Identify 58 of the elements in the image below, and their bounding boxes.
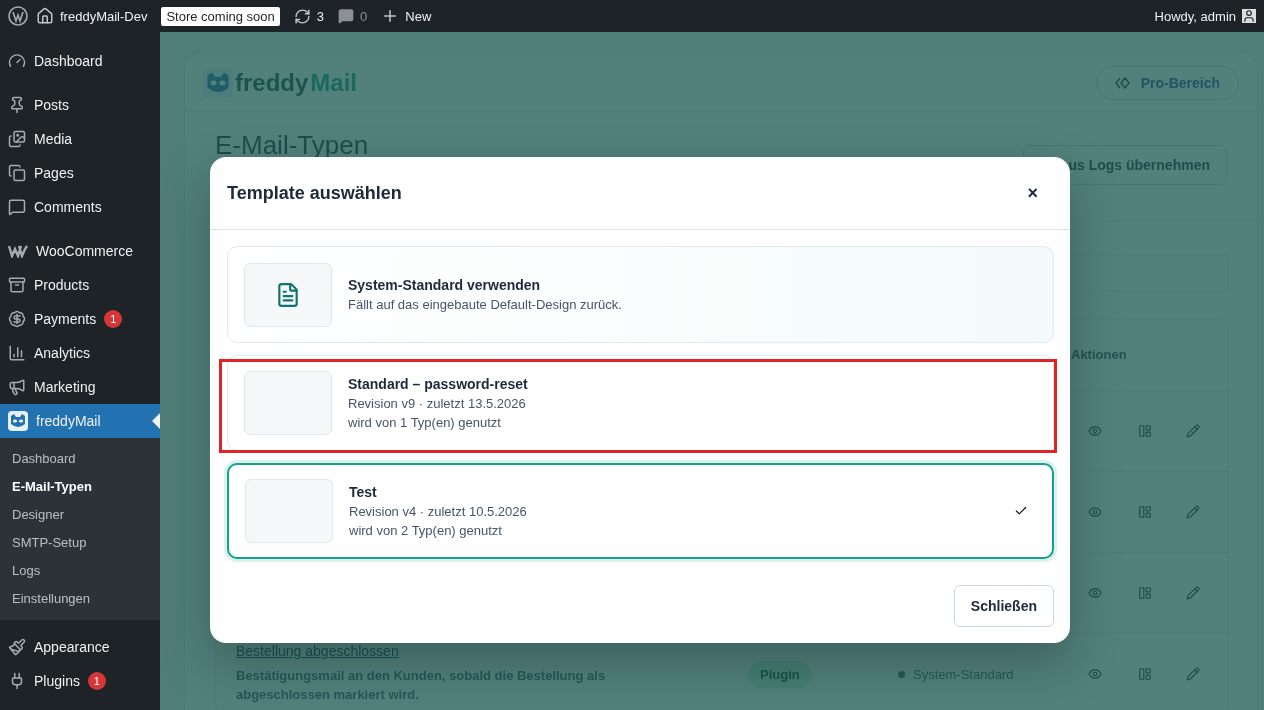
- menu-item[interactable]: Pages: [0, 156, 160, 190]
- home-icon[interactable]: [36, 7, 54, 25]
- submenu-item[interactable]: E-Mail-Typen: [0, 472, 160, 500]
- menu-item[interactable]: Comments: [0, 190, 160, 224]
- count-badge: 1: [87, 672, 106, 690]
- menu-item[interactable]: Payments 1: [0, 302, 160, 336]
- submenu-item[interactable]: Einstellungen: [0, 584, 160, 612]
- store-status-badge: Store coming soon: [161, 6, 280, 26]
- option-detail: wird von 2 Typ(en) genutzt: [349, 523, 503, 538]
- menu-item[interactable]: Media: [0, 122, 160, 156]
- menu-item[interactable]: WooCommerce: [0, 234, 160, 268]
- option-title: Standard – password-reset: [348, 376, 529, 392]
- submenu-item[interactable]: Designer: [0, 500, 160, 528]
- check-icon: [1014, 504, 1028, 518]
- bar-chart-icon: [8, 344, 26, 362]
- brush-icon: [8, 638, 26, 656]
- submenu-item[interactable]: Logs: [0, 556, 160, 584]
- submenu-item[interactable]: Dashboard: [0, 444, 160, 472]
- menu-item[interactable]: Posts: [0, 88, 160, 122]
- option-title: System-Standard verwenden: [348, 277, 542, 293]
- megaphone-icon: [8, 378, 26, 396]
- menu-item[interactable]: Dashboard: [0, 44, 160, 78]
- new-link[interactable]: New: [405, 8, 432, 24]
- option-detail: Revision v9 · zuletzt 13.5.2026: [348, 396, 527, 411]
- menu-item[interactable]: Appearance: [0, 630, 160, 664]
- wordpress-icon[interactable]: [8, 6, 28, 26]
- count-badge: 1: [104, 310, 123, 328]
- dialog-title: Template auswählen: [227, 182, 402, 204]
- dollar-icon: [8, 310, 26, 328]
- updates-icon[interactable]: [293, 7, 311, 25]
- close-dialog-button[interactable]: Schließen: [953, 585, 1054, 627]
- template-icon: [275, 281, 301, 308]
- option-detail: wird von 1 Typ(en) genutzt: [348, 415, 502, 430]
- option-title: Test: [349, 484, 378, 500]
- template-option[interactable]: Test Revision v4 · zuletzt 10.5.2026 wird von 2 Typ(en) genutzt: [227, 463, 1054, 559]
- archive-icon: [8, 276, 26, 294]
- pages-icon: [8, 164, 26, 182]
- site-name-link[interactable]: freddyMail-Dev: [60, 8, 148, 24]
- menu-item[interactable]: Analytics: [0, 336, 160, 370]
- gauge-icon: [8, 52, 26, 70]
- comment-icon[interactable]: [338, 8, 355, 24]
- option-detail: Revision v4 · zuletzt 10.5.2026: [349, 504, 528, 519]
- menu-item[interactable]: Plugins 1: [0, 664, 160, 698]
- close-button[interactable]: ×: [1023, 180, 1042, 206]
- submenu-item[interactable]: SMTP-Setup: [0, 528, 160, 556]
- pin-icon: [8, 96, 26, 114]
- media-icon: [8, 130, 26, 148]
- greeting-link[interactable]: Howdy, admin: [1154, 8, 1236, 24]
- option-detail: Fällt auf das eingebaute Default-Design zurück.: [348, 297, 623, 312]
- updates-count: 3: [316, 8, 325, 24]
- menu-item[interactable]: Marketing: [0, 370, 160, 404]
- menu-item[interactable]: Products: [0, 268, 160, 302]
- woo-icon: [8, 244, 28, 258]
- avatar-icon[interactable]: [1242, 9, 1256, 23]
- comments-count: 0: [360, 8, 368, 24]
- comment-icon: [8, 198, 26, 216]
- template-option[interactable]: System-Standard verwenden Fällt auf das eingebaute Default-Design zurück.: [227, 246, 1054, 343]
- menu-item[interactable]: freddyMail: [0, 404, 160, 438]
